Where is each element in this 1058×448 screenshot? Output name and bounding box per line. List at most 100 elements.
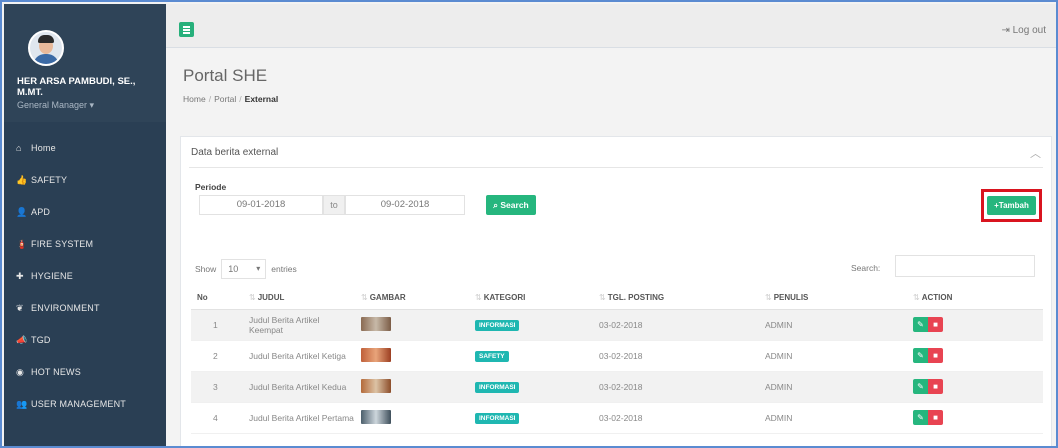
pencil-icon: ✎ <box>917 320 924 329</box>
sidebar-item-hygiene[interactable]: ✚ HYGIENE <box>4 260 166 292</box>
sidebar-item-environment[interactable]: ❦ ENVIRONMENT <box>4 292 166 324</box>
breadcrumb-current: External <box>244 94 279 104</box>
column-header-tgl-posting[interactable]: ⇅ TGL. POSTING <box>593 287 759 310</box>
table-row: 4 Judul Berita Artikel Pertama INFORMASI… <box>191 402 1043 434</box>
entries-select[interactable]: 10 ▾ <box>221 259 267 279</box>
periode-label: Periode <box>195 182 227 192</box>
caret-down-icon: ▾ <box>256 264 261 273</box>
user-name: HER ARSA PAMBUDI, SE., M.MT. <box>17 76 136 98</box>
sidebar: HER ARSA PAMBUDI, SE., M.MT. General Man… <box>4 4 166 446</box>
news-table: No ⇅ JUDUL ⇅ GAMBAR ⇅ KATEGORI ⇅ TGL. POSTIN… <box>191 287 1043 434</box>
trash-icon: ■ <box>933 413 938 422</box>
date-from-input[interactable]: 09-01-2018 <box>199 195 323 215</box>
row-penulis: ADMIN <box>759 340 907 372</box>
sidebar-item-apd[interactable]: 👤 APD <box>4 196 166 228</box>
sidebar-item-home[interactable]: ⌂ Home <box>4 132 166 164</box>
globe-icon: ◉ <box>16 366 25 377</box>
column-header-judul[interactable]: ⇅ JUDUL <box>243 287 355 310</box>
delete-button[interactable]: ■ <box>928 410 943 425</box>
row-penulis: ADMIN <box>759 402 907 434</box>
divider <box>189 167 1043 168</box>
sign-out-icon: ⇥ <box>1001 25 1010 36</box>
trash-icon: ■ <box>933 320 938 329</box>
panel-title: Data berita external <box>191 147 279 158</box>
edit-button[interactable]: ✎ <box>913 317 928 332</box>
sidebar-item-hot-news[interactable]: ◉ HOT NEWS <box>4 356 166 388</box>
date-to-input[interactable]: 09-02-2018 <box>345 195 465 215</box>
home-icon: ⌂ <box>16 143 22 153</box>
row-tgl-posting: 03-02-2018 <box>593 309 759 341</box>
breadcrumb: Home / Portal / External <box>183 94 279 104</box>
row-judul: Judul Berita Artikel Kedua <box>249 381 347 392</box>
tambah-button[interactable]: +Tambah <box>987 196 1036 215</box>
row-judul: Judul Berita Artikel Ketiga <box>249 350 346 361</box>
column-header-no[interactable]: No <box>191 287 243 310</box>
row-thumbnail[interactable] <box>361 316 391 331</box>
profile-section: HER ARSA PAMBUDI, SE., M.MT. General Man… <box>4 4 166 122</box>
sidebar-nav: ⌂ Home 👍 SAFETY 👤 APD 🧯 FIRE SYSTEM ✚ HYGIENE… <box>4 132 166 420</box>
row-thumbnail[interactable] <box>361 378 391 393</box>
table-header-row: No ⇅ JUDUL ⇅ GAMBAR ⇅ KATEGORI ⇅ TGL. POSTIN… <box>191 287 1043 310</box>
pencil-icon: ✎ <box>917 382 924 391</box>
row-judul: Judul Berita Artikel Pertama <box>249 412 354 423</box>
row-penulis: ADMIN <box>759 371 907 403</box>
search-button[interactable]: ⌕ Search <box>486 195 536 215</box>
sidebar-item-user-management[interactable]: 👥 USER MANAGEMENT <box>4 388 166 420</box>
category-badge: INFORMASI <box>475 412 520 424</box>
row-penulis: ADMIN <box>759 309 907 341</box>
avatar[interactable] <box>28 30 64 66</box>
users-icon: 👥 <box>16 398 28 409</box>
row-tgl-posting: 03-02-2018 <box>593 402 759 434</box>
sidebar-item-tgd[interactable]: 📣 TGD <box>4 324 166 356</box>
entries-control: Show 10 ▾ entries <box>195 259 297 279</box>
breadcrumb-portal[interactable]: Portal <box>214 94 236 104</box>
category-badge: INFORMASI <box>475 319 520 331</box>
category-badge: INFORMASI <box>475 381 520 393</box>
edit-button[interactable]: ✎ <box>913 348 928 363</box>
row-no: 3 <box>191 371 243 403</box>
column-header-kategori[interactable]: ⇅ KATEGORI <box>469 287 593 310</box>
row-thumbnail[interactable] <box>361 347 391 362</box>
delete-button[interactable]: ■ <box>928 317 943 332</box>
page-title: Portal SHE <box>183 66 268 85</box>
sidebar-item-fire-system[interactable]: 🧯 FIRE SYSTEM <box>4 228 166 260</box>
edit-button[interactable]: ✎ <box>913 379 928 394</box>
top-navbar: ⇥ Log out <box>166 4 1056 48</box>
breadcrumb-home[interactable]: Home <box>183 94 206 104</box>
table-row: 1 Judul Berita Artikel Keempat INFORMASI… <box>191 309 1043 341</box>
table-row: 2 Judul Berita Artikel Ketiga SAFETY 03-… <box>191 340 1043 372</box>
menu-toggle-button[interactable] <box>179 22 194 37</box>
delete-button[interactable]: ■ <box>928 348 943 363</box>
user-role-dropdown[interactable]: General Manager ▾ <box>17 100 94 111</box>
edit-button[interactable]: ✎ <box>913 410 928 425</box>
user-icon: 👤 <box>16 206 28 217</box>
chevron-up-icon[interactable]: ︿ <box>1030 145 1041 161</box>
row-thumbnail[interactable] <box>361 409 391 424</box>
tambah-highlight: +Tambah <box>981 189 1042 222</box>
table-row: 3 Judul Berita Artikel Kedua INFORMASI 0… <box>191 371 1043 403</box>
table-search-label: Search: <box>851 263 881 273</box>
column-header-action[interactable]: ⇅ ACTION <box>907 287 1043 310</box>
leaf-icon: ❦ <box>16 302 24 313</box>
category-badge: SAFETY <box>475 350 509 362</box>
table-search-input[interactable] <box>895 255 1035 277</box>
pencil-icon: ✎ <box>917 351 924 360</box>
row-tgl-posting: 03-02-2018 <box>593 340 759 372</box>
row-no: 2 <box>191 340 243 372</box>
row-judul: Judul Berita Artikel Keempat <box>249 314 320 335</box>
trash-icon: ■ <box>933 382 938 391</box>
thumbs-up-icon: 👍 <box>16 174 28 185</box>
trash-icon: ■ <box>933 351 938 360</box>
search-icon: ⌕ <box>493 200 499 210</box>
row-tgl-posting: 03-02-2018 <box>593 371 759 403</box>
logout-link[interactable]: ⇥ Log out <box>1001 25 1046 36</box>
sidebar-item-safety[interactable]: 👍 SAFETY <box>4 164 166 196</box>
pencil-icon: ✎ <box>917 413 924 422</box>
row-no: 4 <box>191 402 243 434</box>
fire-extinguisher-icon: 🧯 <box>16 238 28 249</box>
column-header-gambar[interactable]: ⇅ GAMBAR <box>355 287 469 310</box>
column-header-penulis[interactable]: ⇅ PENULIS <box>759 287 907 310</box>
delete-button[interactable]: ■ <box>928 379 943 394</box>
medkit-icon: ✚ <box>16 270 24 281</box>
app-window: HER ARSA PAMBUDI, SE., M.MT. General Man… <box>0 0 1058 448</box>
